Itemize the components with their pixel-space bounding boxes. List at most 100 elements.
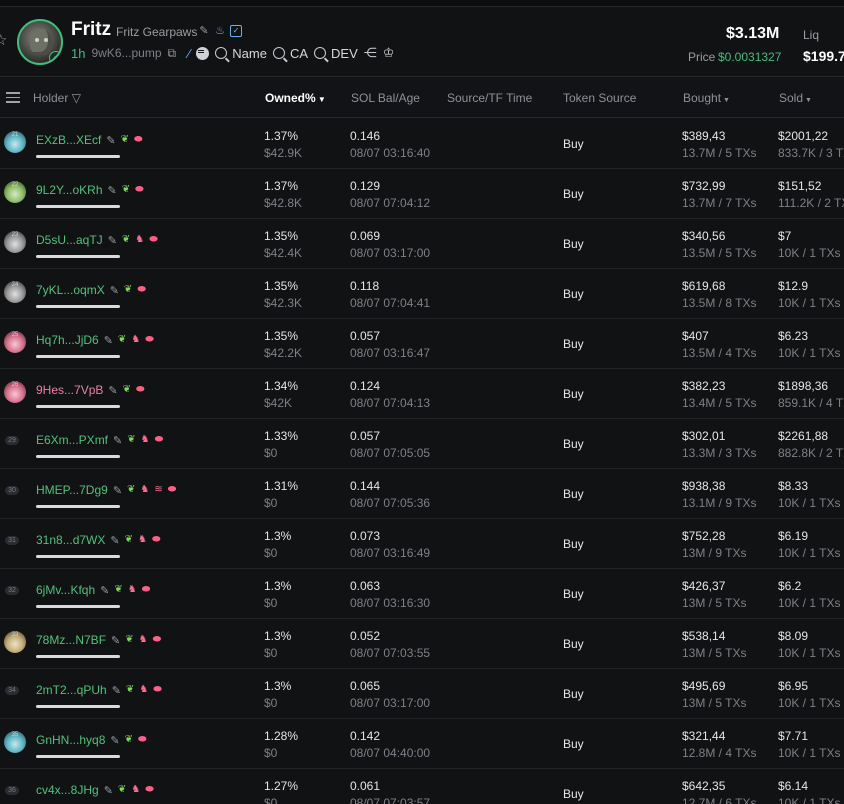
holder-address[interactable]: 2mT2...qPUh	[36, 683, 107, 697]
holder-address-cell[interactable]: 9Hes...7VpB ✎ ❦ ⬬	[36, 383, 145, 397]
table-row[interactable]: 21 EXzB...XEcf ✎ ❦ ⬬ 1.37% $42.9K 0.146 08/07 03…	[0, 119, 844, 169]
table-row[interactable]: 31 31n8...d7WX ✎ ❦ ♞ ⬬ 1.3% $0 0.073 08/07 03:16:…	[0, 519, 844, 569]
edit-icon[interactable]: ✎	[113, 434, 122, 447]
holder-address-cell[interactable]: GnHN...hyq8 ✎ ❦ ⬬	[36, 733, 147, 747]
holder-address[interactable]: EXzB...XEcf	[36, 133, 101, 147]
edit-icon[interactable]: ✎	[100, 584, 109, 597]
table-row[interactable]: 26 9Hes...7VpB ✎ ❦ ⬬ 1.34% $42K 0.124 08/07 07:0…	[0, 369, 844, 419]
col-source-tf-time[interactable]: Source/TF Time	[447, 91, 532, 105]
holder-avatar[interactable]: 22	[4, 181, 26, 203]
holder-avatar[interactable]: 33	[4, 631, 26, 653]
col-sol-bal-age[interactable]: SOL Bal/Age	[351, 91, 420, 105]
table-row[interactable]: 33 78Mz...N7BF ✎ ❦ ♞ ⬬ 1.3% $0 0.052 08/07 07:03:…	[0, 619, 844, 669]
holder-address[interactable]: 31n8...d7WX	[36, 533, 105, 547]
holder-address[interactable]: cv4x...8JHg	[36, 783, 99, 797]
table-row[interactable]: 32 6jMv...Kfqh ✎ ❦ ♞ ⬬ 1.3% $0 0.063 08/07 03:16:…	[0, 569, 844, 619]
holder-address-cell[interactable]: 31n8...d7WX ✎ ❦ ♞ ⬬	[36, 533, 161, 547]
token-source: Buy	[563, 637, 584, 651]
edit-icon[interactable]: ✎	[106, 134, 115, 147]
col-owned[interactable]: Owned% ▼	[265, 91, 326, 105]
edit-icon[interactable]: ✎	[104, 334, 113, 347]
holder-address-cell[interactable]: HMEP...7Dg9 ✎ ❦ ♞ ≋ ⬬	[36, 483, 176, 497]
table-row[interactable]: 24 7yKL...oqmX ✎ ❦ ⬬ 1.35% $42.3K 0.118 08/07 07…	[0, 269, 844, 319]
holder-address[interactable]: D5sU...aqTJ	[36, 233, 103, 247]
col-token-source[interactable]: Token Source	[563, 91, 636, 105]
contract-address[interactable]: 9wK6...pump	[91, 46, 161, 60]
star-icon[interactable]: ☆	[0, 33, 10, 49]
holder-avatar[interactable]: 36	[4, 781, 26, 803]
feather-icon[interactable]: ⁄	[188, 46, 190, 61]
copy-icon[interactable]: ⧉	[168, 46, 177, 61]
sol-age: 08/07 03:17:00	[350, 246, 431, 260]
edit-icon[interactable]: ✎	[111, 634, 120, 647]
holder-address[interactable]: GnHN...hyq8	[36, 733, 105, 747]
holder-address[interactable]: HMEP...7Dg9	[36, 483, 108, 497]
search-dev-chip[interactable]: DEV	[314, 46, 358, 61]
holder-avatar[interactable]: 30	[4, 481, 26, 503]
holder-avatar[interactable]: 32	[4, 581, 26, 603]
col-holder[interactable]: Holder ▽	[33, 91, 81, 105]
holder-address[interactable]: Hq7h...JjD6	[36, 333, 99, 347]
edit-icon[interactable]: ✎	[110, 734, 119, 747]
holder-avatar[interactable]: 26	[4, 381, 26, 403]
share-icon[interactable]: ⋲	[364, 45, 377, 61]
edit-icon[interactable]: ✎	[110, 534, 119, 547]
holder-address[interactable]: E6Xm...PXmf	[36, 433, 108, 447]
owned-usd: $42.8K	[264, 196, 303, 210]
table-row[interactable]: 30 HMEP...7Dg9 ✎ ❦ ♞ ≋ ⬬ 1.31% $0 0.144 08/07 07:0…	[0, 469, 844, 519]
holder-address[interactable]: 9L2Y...oKRh	[36, 183, 103, 197]
sold-detail: 10K / 1 TXs	[778, 696, 841, 710]
holder-avatar[interactable]: 29	[4, 431, 26, 453]
holding-bar	[36, 305, 120, 308]
edit-icon[interactable]: ✎	[110, 284, 119, 297]
holder-address-cell[interactable]: 6jMv...Kfqh ✎ ❦ ♞ ⬬	[36, 583, 150, 597]
token-avatar[interactable]: ⚭	[17, 19, 63, 65]
holder-address-cell[interactable]: 9L2Y...oKRh ✎ ❦ ⬬	[36, 183, 144, 197]
holder-address[interactable]: 9Hes...7VpB	[36, 383, 103, 397]
table-row[interactable]: 25 Hq7h...JjD6 ✎ ❦ ♞ ⬬ 1.35% $42.2K 0.057 08/07 0…	[0, 319, 844, 369]
table-row[interactable]: 35 GnHN...hyq8 ✎ ❦ ⬬ 1.28% $0 0.142 08/07 04:40:…	[0, 719, 844, 769]
edit-icon[interactable]: ✎	[112, 684, 121, 697]
owned-usd: $0	[264, 696, 278, 710]
search-ca-chip[interactable]: CA	[272, 46, 308, 61]
search-name-chip[interactable]: Name	[215, 46, 267, 61]
holder-avatar[interactable]: 31	[4, 531, 26, 553]
holder-address[interactable]: 7yKL...oqmX	[36, 283, 105, 297]
holder-address-cell[interactable]: E6Xm...PXmf ✎ ❦ ♞ ⬬	[36, 433, 163, 447]
holder-avatar[interactable]: 34	[4, 681, 26, 703]
edit-icon[interactable]: ✎	[108, 184, 117, 197]
holder-address[interactable]: 78Mz...N7BF	[36, 633, 106, 647]
menu-circle-icon[interactable]	[196, 46, 210, 60]
holder-avatar[interactable]: 25	[4, 331, 26, 353]
edit-icon[interactable]: ✎	[108, 384, 117, 397]
token-source: Buy	[563, 237, 584, 251]
holder-address-cell[interactable]: Hq7h...JjD6 ✎ ❦ ♞ ⬬	[36, 333, 154, 347]
edit-icon[interactable]: ✎	[113, 484, 122, 497]
holder-avatar[interactable]: 24	[4, 281, 26, 303]
table-row[interactable]: 36 cv4x...8JHg ✎ ❦ ♞ ⬬ 1.27% $0 0.061 08/07 07:03…	[0, 769, 844, 804]
edit-icon[interactable]: ✎	[104, 784, 113, 797]
holder-avatar[interactable]: 21	[4, 131, 26, 153]
holder-address-cell[interactable]: cv4x...8JHg ✎ ❦ ♞ ⬬	[36, 783, 154, 797]
holder-address-cell[interactable]: EXzB...XEcf ✎ ❦ ⬬	[36, 133, 143, 147]
holder-address-cell[interactable]: 2mT2...qPUh ✎ ❦ ♞ ⬬	[36, 683, 162, 697]
table-row[interactable]: 34 2mT2...qPUh ✎ ❦ ♞ ⬬ 1.3% $0 0.065 08/07 03:17:…	[0, 669, 844, 719]
holder-avatar[interactable]: 23	[4, 231, 26, 253]
filter-settings-icon[interactable]	[6, 92, 20, 104]
holder-address-cell[interactable]: 7yKL...oqmX ✎ ❦ ⬬	[36, 283, 146, 297]
holder-address-cell[interactable]: 78Mz...N7BF ✎ ❦ ♞ ⬬	[36, 633, 161, 647]
liq-value: $199.7	[803, 48, 844, 64]
holder-address[interactable]: 6jMv...Kfqh	[36, 583, 95, 597]
edit-icon[interactable]: ✎	[198, 25, 210, 37]
edit-icon[interactable]: ✎	[108, 234, 117, 247]
funnel-icon[interactable]: ▽	[68, 91, 81, 105]
col-bought[interactable]: Bought ▼	[683, 91, 730, 105]
crown-icon[interactable]: ♔	[383, 45, 395, 61]
holder-address-cell[interactable]: D5sU...aqTJ ✎ ❦ ♞ ⬬	[36, 233, 158, 247]
table-row[interactable]: 23 D5sU...aqTJ ✎ ❦ ♞ ⬬ 1.35% $42.4K 0.069 08/07 0…	[0, 219, 844, 269]
table-row[interactable]: 29 E6Xm...PXmf ✎ ❦ ♞ ⬬ 1.33% $0 0.057 08/07 07:05…	[0, 419, 844, 469]
holder-avatar[interactable]: 35	[4, 731, 26, 753]
col-sold[interactable]: Sold ▼	[779, 91, 812, 105]
bought-usd: $752,28	[682, 529, 726, 543]
table-row[interactable]: 22 9L2Y...oKRh ✎ ❦ ⬬ 1.37% $42.8K 0.129 08/07 07…	[0, 169, 844, 219]
